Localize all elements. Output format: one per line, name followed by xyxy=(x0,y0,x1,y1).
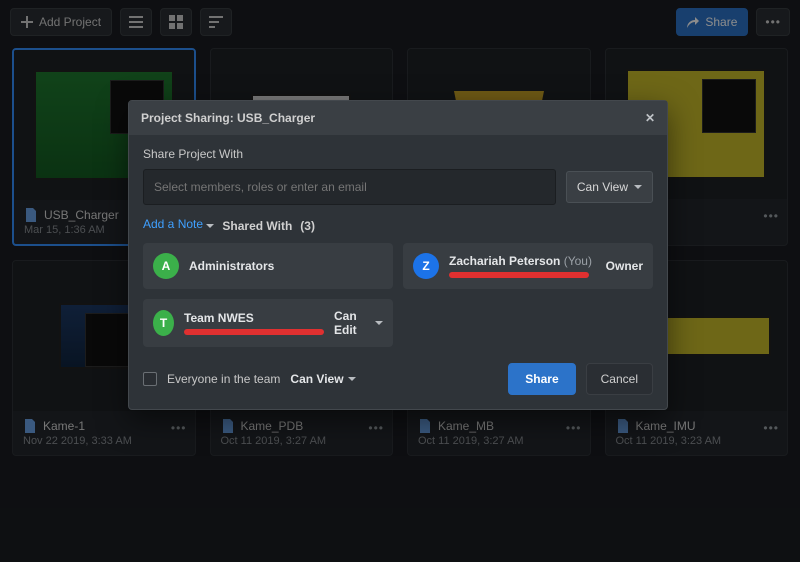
share-name: Administrators xyxy=(189,259,274,273)
default-permission-label: Can View xyxy=(577,180,628,194)
shares-list: A Administrators Z Zachariah Peterson (Y… xyxy=(143,243,653,347)
share-modal: Project Sharing: USB_Charger ✕ Share Pro… xyxy=(128,100,668,410)
avatar: A xyxy=(153,253,179,279)
share-input[interactable] xyxy=(143,169,556,205)
chevron-down-icon xyxy=(634,185,642,189)
modal-title: Project Sharing: USB_Charger xyxy=(141,111,315,125)
chevron-down-icon xyxy=(348,377,356,381)
everyone-permission-select[interactable]: Can View xyxy=(290,372,355,386)
default-permission-select[interactable]: Can View xyxy=(566,171,653,203)
share-item[interactable]: T Team NWES Can Edit xyxy=(143,299,393,347)
close-icon[interactable]: ✕ xyxy=(645,111,655,125)
share-button[interactable]: Share xyxy=(508,363,575,395)
share-item[interactable]: A Administrators xyxy=(143,243,393,289)
avatar: T xyxy=(153,310,174,336)
everyone-checkbox[interactable] xyxy=(143,372,157,386)
share-item[interactable]: Z Zachariah Peterson (You) Owner xyxy=(403,243,653,289)
share-permission: Owner xyxy=(606,259,643,273)
share-name: Zachariah Peterson (You) xyxy=(449,254,592,268)
share-permission-select[interactable]: Can Edit xyxy=(334,309,383,337)
redacted-text xyxy=(184,329,324,335)
add-note-link[interactable]: Add a Note xyxy=(143,217,203,231)
everyone-label: Everyone in the team xyxy=(167,372,280,386)
chevron-down-icon xyxy=(375,321,383,325)
avatar: Z xyxy=(413,253,439,279)
you-tag: (You) xyxy=(564,254,592,268)
share-with-label: Share Project With xyxy=(143,147,653,161)
shared-with-label: Shared With xyxy=(222,219,292,233)
modal-header: Project Sharing: USB_Charger ✕ xyxy=(129,101,667,135)
chevron-down-icon xyxy=(206,224,214,228)
shared-with-count: (3) xyxy=(300,219,315,233)
shared-with-toggle[interactable]: Shared With (3) xyxy=(206,219,315,233)
share-name: Team NWES xyxy=(184,311,324,325)
modal-footer: Everyone in the team Can View Share Canc… xyxy=(143,363,653,395)
redacted-text xyxy=(449,272,589,278)
cancel-button[interactable]: Cancel xyxy=(586,363,653,395)
